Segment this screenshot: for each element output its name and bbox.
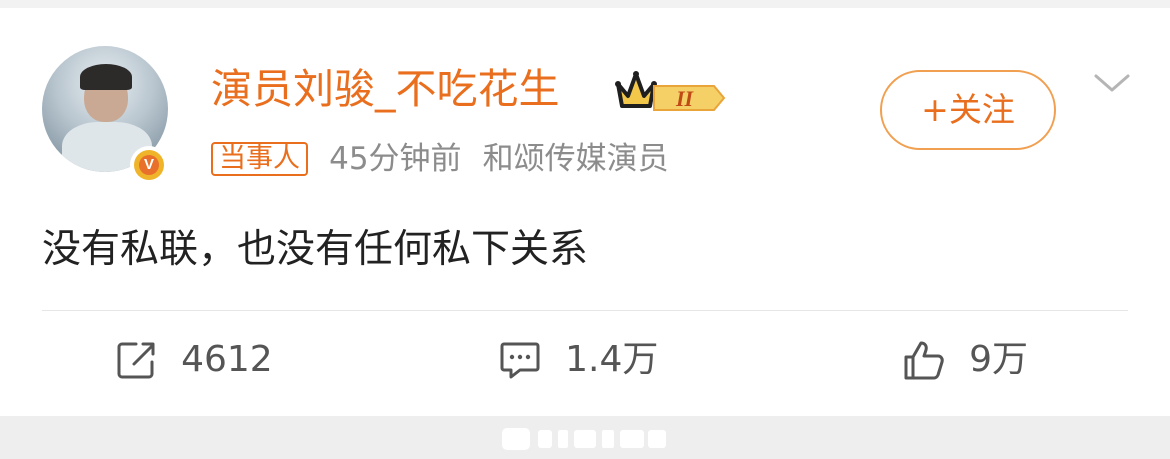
thumbs-up-icon	[904, 341, 944, 380]
repost-button[interactable]: 4612	[114, 338, 273, 386]
divider	[42, 310, 1128, 311]
verified-badge-icon: V	[130, 146, 168, 184]
watermark-icon	[502, 428, 666, 450]
role-tag: 当事人	[211, 142, 308, 176]
post-time: 45分钟前	[329, 141, 462, 177]
comment-button[interactable]: 1.4万	[498, 338, 658, 386]
post-source: 和颂传媒演员	[482, 141, 669, 177]
follow-button[interactable]: +关注	[880, 70, 1056, 150]
verified-badge-letter: V	[139, 155, 159, 175]
username[interactable]: 演员刘骏_不吃花生	[211, 64, 560, 114]
post-card: V 演员刘骏_不吃花生 II 当事人 45分钟前 和颂传媒演员 +关注 没有私联…	[0, 8, 1170, 416]
crown-shape	[615, 71, 657, 108]
repost-icon	[117, 342, 155, 379]
like-button[interactable]: 9万	[902, 338, 1028, 386]
footer-strip	[0, 416, 1170, 459]
repost-count: 4612	[181, 339, 273, 380]
avatar-hair	[80, 64, 132, 90]
crown-icon[interactable]: II	[614, 68, 734, 116]
like-count: 9万	[969, 339, 1028, 380]
level-badge-text: II	[675, 86, 695, 111]
post-meta: 当事人 45分钟前 和颂传媒演员	[211, 141, 669, 177]
comment-icon	[500, 342, 540, 379]
comment-count: 1.4万	[565, 339, 659, 380]
chevron-down-icon[interactable]	[1092, 72, 1132, 96]
post-text: 没有私联，也没有任何私下关系	[42, 227, 589, 272]
